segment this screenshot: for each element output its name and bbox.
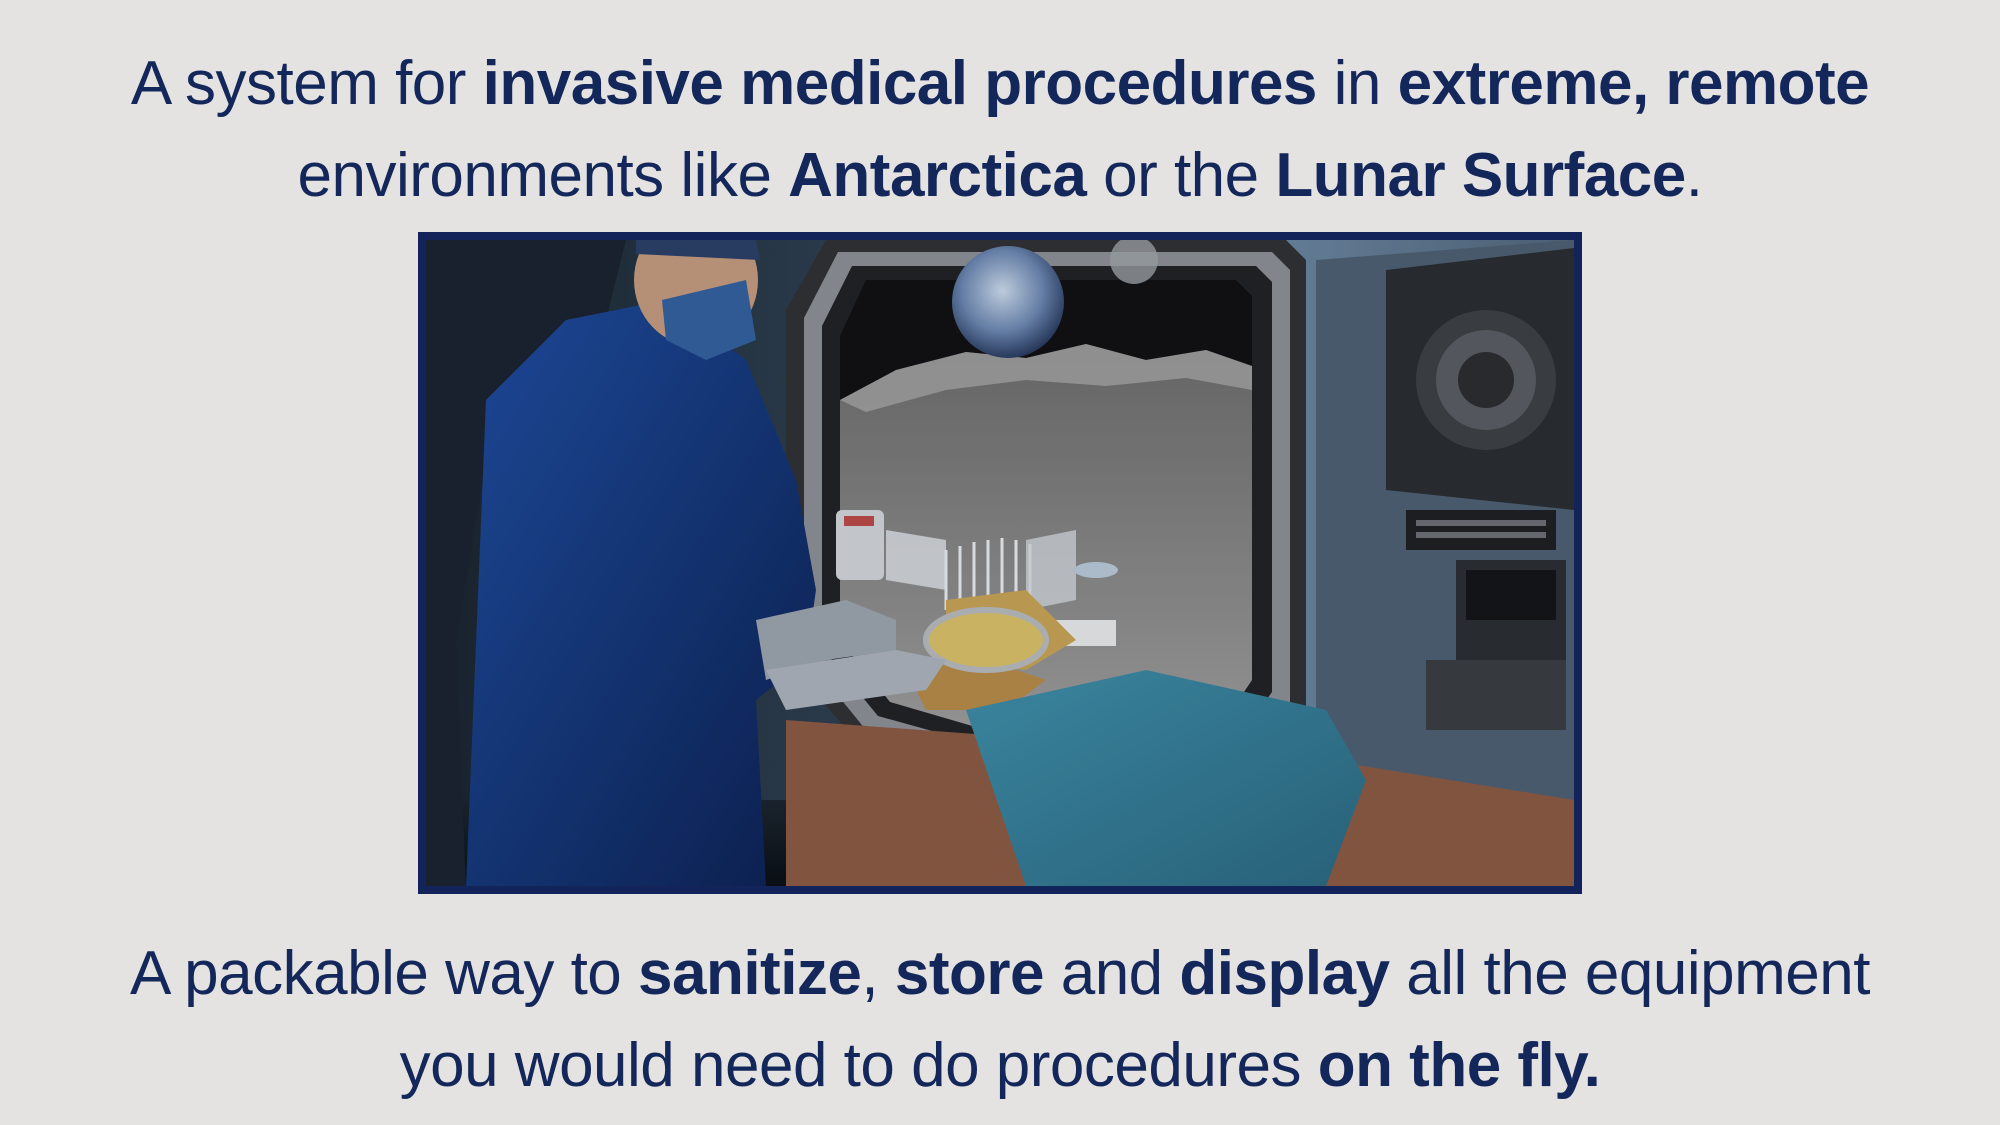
- headline-line-2: environments like Antarctica or the Luna…: [0, 130, 2000, 222]
- tagline-emphasis: store: [894, 939, 1045, 1008]
- surgery-render-illustration: [426, 240, 1574, 886]
- headline-emphasis: Antarctica: [788, 141, 1087, 210]
- headline-text: environments like: [297, 141, 789, 210]
- tagline: A packable way to sanitize, store and di…: [0, 928, 2000, 1112]
- headline: A system for invasive medical procedures…: [0, 38, 2000, 222]
- headline-text: in: [1316, 49, 1398, 118]
- tagline-text: ,: [861, 939, 895, 1008]
- headline-text: A system for: [130, 49, 483, 118]
- headline-text: .: [1685, 141, 1703, 210]
- tagline-line-1: A packable way to sanitize, store and di…: [0, 928, 2000, 1020]
- headline-text: or the: [1086, 141, 1276, 210]
- tagline-emphasis: sanitize: [638, 939, 862, 1008]
- headline-line-1: A system for invasive medical procedures…: [0, 38, 2000, 130]
- headline-emphasis: invasive medical procedures: [482, 49, 1318, 118]
- tagline-emphasis: display: [1179, 939, 1390, 1008]
- render-image-frame: [418, 232, 1582, 894]
- tagline-text: you would need to do procedures: [399, 1031, 1318, 1100]
- tagline-line-2: you would need to do procedures on the f…: [0, 1020, 2000, 1112]
- headline-emphasis: extreme, remote: [1397, 49, 1870, 118]
- tagline-text: A packable way to: [130, 939, 638, 1008]
- tagline-emphasis: on the fly.: [1317, 1031, 1601, 1100]
- headline-emphasis: Lunar Surface: [1275, 141, 1686, 210]
- tagline-text: all the equipment: [1389, 939, 1870, 1008]
- tagline-text: and: [1043, 939, 1180, 1008]
